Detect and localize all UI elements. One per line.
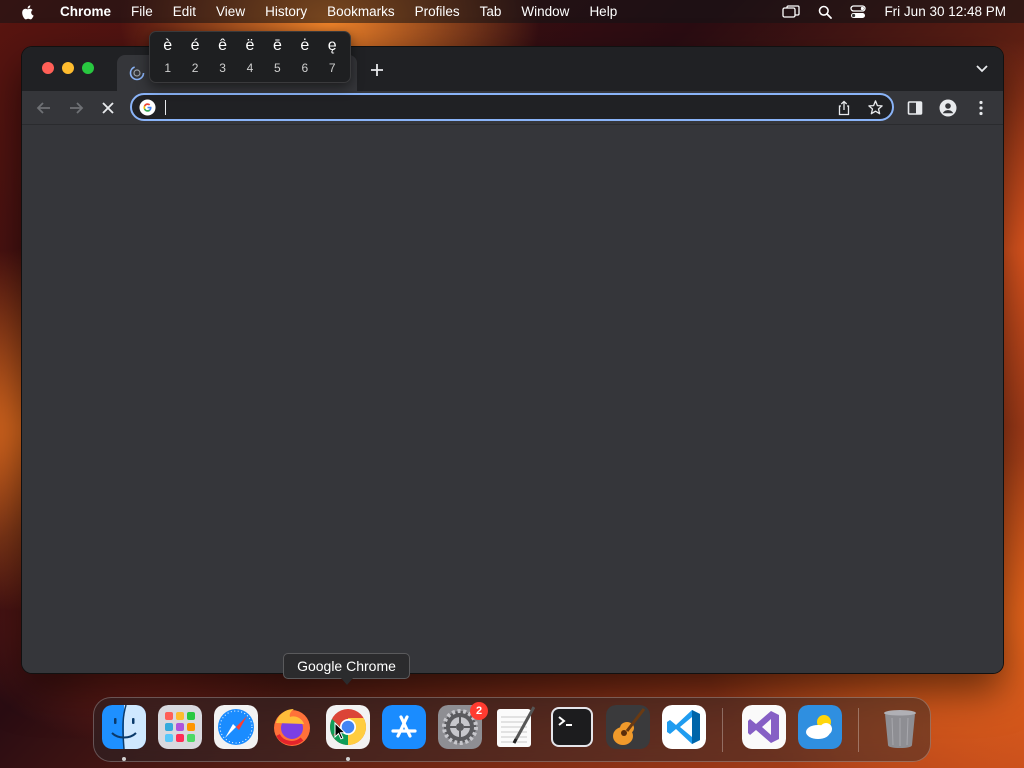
dock-separator xyxy=(722,708,723,752)
weather-icon[interactable] xyxy=(798,705,842,749)
accent-key: 4 xyxy=(246,61,254,75)
app-store-icon[interactable] xyxy=(382,705,426,749)
accent-char: é xyxy=(190,37,200,54)
accent-option[interactable]: é 2 xyxy=(181,32,208,82)
menu-history[interactable]: History xyxy=(255,0,317,23)
accent-char: è xyxy=(163,37,173,54)
new-tab-plus-icon[interactable] xyxy=(368,61,386,79)
menu-file[interactable]: File xyxy=(121,0,163,23)
control-center-icon[interactable] xyxy=(850,4,867,19)
back-arrow-icon[interactable] xyxy=(35,99,53,117)
google-chrome-icon[interactable] xyxy=(326,705,370,749)
accent-option[interactable]: ę 7 xyxy=(319,32,346,82)
visual-studio-code-icon[interactable] xyxy=(662,705,706,749)
running-indicator-finder xyxy=(122,757,126,761)
trash-icon[interactable] xyxy=(878,705,922,749)
close-window-button[interactable] xyxy=(42,62,54,74)
accent-option[interactable]: ē 5 xyxy=(264,32,291,82)
menubar-clock[interactable]: Fri Jun 30 12:48 PM xyxy=(884,4,1006,19)
browser-toolbar xyxy=(22,91,1003,125)
visual-studio-icon[interactable] xyxy=(742,705,786,749)
menu-view[interactable]: View xyxy=(206,0,255,23)
apple-logo-icon[interactable] xyxy=(20,4,36,20)
accent-option[interactable]: ê 3 xyxy=(209,32,236,82)
menu-app-chrome[interactable]: Chrome xyxy=(54,0,121,23)
menu-help[interactable]: Help xyxy=(579,0,627,23)
more-menu-icon[interactable] xyxy=(972,99,990,117)
accent-key: 6 xyxy=(301,61,309,75)
accent-option[interactable]: è 1 xyxy=(154,32,181,82)
chrome-window xyxy=(22,47,1003,673)
loading-spinner-icon xyxy=(129,65,145,81)
accent-key: 5 xyxy=(274,61,281,75)
menu-edit[interactable]: Edit xyxy=(163,0,206,23)
minimize-window-button[interactable] xyxy=(62,62,74,74)
safari-icon[interactable] xyxy=(214,705,258,749)
window-controls xyxy=(42,62,94,74)
accent-key: 7 xyxy=(328,61,336,75)
accent-char: ę xyxy=(327,37,337,54)
textedit-icon[interactable] xyxy=(494,705,538,749)
accent-char: ė xyxy=(300,37,310,54)
text-caret xyxy=(165,100,166,115)
dock-tooltip: Google Chrome xyxy=(283,653,410,685)
zoom-window-button[interactable] xyxy=(82,62,94,74)
profile-icon[interactable] xyxy=(939,99,957,117)
accent-char: ē xyxy=(272,37,282,54)
garageband-icon[interactable] xyxy=(606,705,650,749)
page-content-area[interactable] xyxy=(22,126,1003,673)
accent-character-popup: è 1 é 2 ê 3 ë 4 ē 5 ė 6 ę 7 xyxy=(149,31,351,83)
menu-profiles[interactable]: Profiles xyxy=(405,0,470,23)
screen-mirroring-icon[interactable] xyxy=(782,4,801,19)
accent-option[interactable]: ë 4 xyxy=(236,32,263,82)
forward-arrow-icon[interactable] xyxy=(67,99,85,117)
menu-bookmarks[interactable]: Bookmarks xyxy=(317,0,405,23)
accent-option[interactable]: ė 6 xyxy=(291,32,318,82)
launchpad-icon[interactable] xyxy=(158,705,202,749)
firefox-icon[interactable] xyxy=(270,705,314,749)
notification-badge: 2 xyxy=(470,702,488,720)
finder-icon[interactable] xyxy=(102,705,146,749)
dock: 2 xyxy=(93,697,931,762)
tab-search-chevron-down-icon[interactable] xyxy=(975,64,989,74)
running-indicator-chrome xyxy=(346,757,350,761)
address-bar[interactable] xyxy=(130,93,894,121)
menu-tab[interactable]: Tab xyxy=(470,0,512,23)
omnibox-input[interactable] xyxy=(168,98,828,117)
accent-key: 1 xyxy=(164,61,172,75)
terminal-icon[interactable] xyxy=(550,705,594,749)
spotlight-search-icon[interactable] xyxy=(818,5,833,19)
share-icon[interactable] xyxy=(836,100,852,116)
accent-char: ê xyxy=(218,37,227,54)
mouse-pointer-icon xyxy=(334,722,346,740)
menu-window[interactable]: Window xyxy=(511,0,579,23)
accent-key: 3 xyxy=(219,61,226,75)
stop-loading-icon[interactable] xyxy=(99,99,117,117)
accent-key: 2 xyxy=(191,61,199,75)
dock-separator xyxy=(858,708,859,752)
accent-char: ë xyxy=(245,37,255,54)
menu-bar: Chrome File Edit View History Bookmarks … xyxy=(0,0,1024,23)
google-logo-icon xyxy=(139,99,156,116)
bookmark-star-icon[interactable] xyxy=(867,99,884,116)
side-panel-icon[interactable] xyxy=(906,99,924,117)
